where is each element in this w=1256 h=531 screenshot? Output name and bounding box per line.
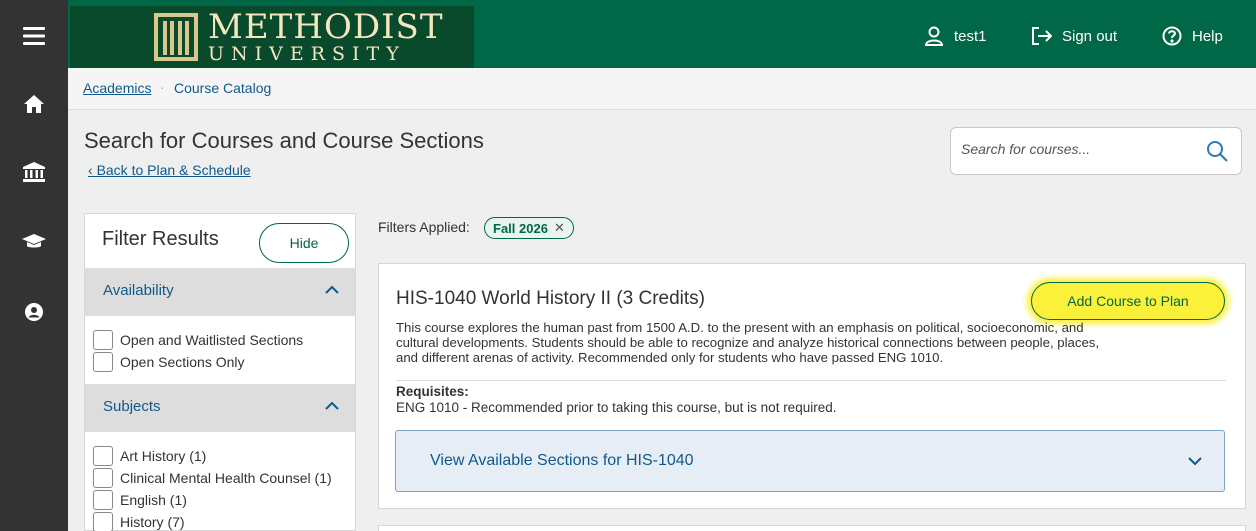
- filters-applied-label: Filters Applied:: [378, 219, 470, 235]
- option-label: English (1): [120, 492, 187, 508]
- user-menu[interactable]: test1: [924, 24, 987, 48]
- chevron-up-icon: [325, 285, 339, 294]
- sign-out-label: Sign out: [1062, 27, 1118, 45]
- option-label: Clinical Mental Health Counsel (1): [120, 470, 332, 486]
- view-sections-label: View Available Sections for HIS-1040: [430, 452, 694, 469]
- filter-option[interactable]: Open and Waitlisted Sections: [93, 330, 303, 350]
- breadcrumb-course-catalog[interactable]: Course Catalog: [174, 80, 271, 96]
- chevron-up-icon: [325, 401, 339, 410]
- availability-label: Availability: [103, 282, 174, 299]
- filter-option[interactable]: English (1): [93, 490, 187, 510]
- course-card: HIS-1040 World History II (3 Credits) Ad…: [378, 263, 1246, 509]
- filter-panel: Filter Results Hide Availability Open an…: [84, 213, 356, 531]
- logo-line-1: METHODIST: [208, 7, 444, 47]
- checkbox[interactable]: [93, 512, 113, 531]
- option-label: History (7): [120, 514, 185, 530]
- option-label: Open Sections Only: [120, 354, 245, 370]
- university-logo[interactable]: METHODIST UNIVERSITY: [70, 6, 474, 68]
- top-header: METHODIST UNIVERSITY test1 Sign out Help: [68, 0, 1256, 68]
- user-circle-icon: [25, 303, 43, 321]
- back-to-plan-link[interactable]: ‹ Back to Plan & Schedule: [88, 162, 251, 178]
- divider: [396, 380, 1226, 381]
- subjects-section-toggle[interactable]: Subjects: [85, 384, 355, 432]
- user-icon: [924, 26, 944, 46]
- chevron-left-icon: ‹: [88, 162, 97, 178]
- chip-label: Fall 2026: [493, 220, 548, 236]
- institution-icon: [23, 162, 45, 182]
- filter-option[interactable]: Clinical Mental Health Counsel (1): [93, 468, 332, 488]
- home-button[interactable]: [0, 84, 68, 124]
- close-icon[interactable]: ✕: [554, 220, 565, 236]
- availability-section-toggle[interactable]: Availability: [85, 268, 355, 316]
- search-icon[interactable]: [1205, 139, 1229, 163]
- option-label: Open and Waitlisted Sections: [120, 332, 304, 348]
- user-name: test1: [954, 27, 987, 45]
- breadcrumb-separator: ·: [160, 79, 165, 95]
- requisites-text: ENG 1010 - Recommended prior to taking t…: [396, 400, 837, 415]
- menu-button[interactable]: [0, 16, 68, 56]
- help-label: Help: [1192, 27, 1223, 45]
- logo-line-2: UNIVERSITY: [208, 43, 406, 65]
- back-link-label: Back to Plan & Schedule: [96, 162, 251, 178]
- subjects-label: Subjects: [103, 398, 161, 415]
- requisites-label: Requisites:: [396, 384, 469, 399]
- home-icon: [24, 95, 44, 113]
- option-label: Art History (1): [120, 448, 207, 464]
- filter-option[interactable]: History (7): [93, 512, 185, 531]
- breadcrumb-academics[interactable]: Academics: [83, 80, 151, 96]
- page-header: Search for Courses and Course Sections ‹…: [68, 110, 1256, 195]
- checkbox[interactable]: [93, 330, 113, 350]
- page-title: Search for Courses and Course Sections: [84, 128, 484, 153]
- help-link[interactable]: Help: [1162, 24, 1223, 48]
- filter-option[interactable]: Art History (1): [93, 446, 206, 466]
- graduation-cap-icon: [22, 234, 46, 248]
- chevron-down-icon: [1188, 457, 1202, 466]
- academics-button[interactable]: [0, 152, 68, 192]
- checkbox[interactable]: [93, 352, 113, 372]
- applied-filter-chip[interactable]: Fall 2026 ✕: [484, 217, 574, 239]
- checkbox[interactable]: [93, 446, 113, 466]
- search-input[interactable]: [961, 141, 1191, 157]
- menu-icon: [23, 27, 45, 45]
- hide-filters-button[interactable]: Hide: [259, 223, 349, 263]
- user-profile-button[interactable]: [0, 292, 68, 332]
- filter-option[interactable]: Open Sections Only: [93, 352, 245, 372]
- left-nav: [0, 0, 68, 531]
- add-course-to-plan-button[interactable]: Add Course to Plan: [1031, 282, 1225, 320]
- course-search: [950, 127, 1242, 175]
- logo-mark-icon: [154, 13, 198, 61]
- sign-out-link[interactable]: Sign out: [1032, 24, 1117, 48]
- course-description: This course explores the human past from…: [396, 320, 1100, 365]
- next-course-card: [378, 525, 1246, 531]
- checkbox[interactable]: [93, 468, 113, 488]
- student-planning-button[interactable]: [0, 222, 68, 262]
- sign-out-icon: [1032, 27, 1052, 45]
- course-title: HIS-1040 World History II (3 Credits): [396, 288, 706, 309]
- filter-title: Filter Results: [102, 228, 219, 250]
- checkbox[interactable]: [93, 490, 113, 510]
- help-icon: [1162, 26, 1182, 46]
- main-content: Filter Results Hide Availability Open an…: [68, 195, 1256, 531]
- breadcrumb: Academics · Course Catalog: [68, 68, 1256, 110]
- view-sections-toggle[interactable]: View Available Sections for HIS-1040: [395, 430, 1225, 492]
